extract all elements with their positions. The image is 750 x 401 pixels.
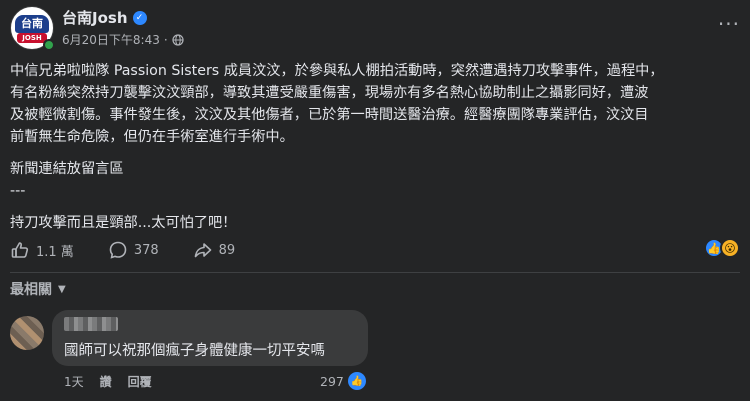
comment-count: 378: [133, 242, 159, 258]
post-text-line: 中信兄弟啦啦隊 Passion Sisters 成員汶汶，於參與私人棚拍活動時，…: [10, 63, 664, 79]
more-options-icon[interactable]: ···: [718, 12, 740, 36]
chevron-down-icon: ▼: [58, 283, 66, 295]
like-button[interactable]: 1.1 萬: [10, 240, 74, 260]
like-reaction-icon: 👍: [347, 372, 366, 390]
avatar-logo-subtext: JOSH: [17, 33, 47, 43]
comment-like-count: 297: [320, 373, 344, 389]
comment-icon: [109, 241, 127, 259]
commenter-name-blurred[interactable]: [64, 317, 118, 331]
comment-button[interactable]: 378: [108, 240, 159, 260]
news-link-note: 新聞連結放留言區: [10, 161, 124, 177]
wow-reaction-icon: 😮: [720, 238, 740, 258]
author-comment-line: 持刀攻擊而且是頸部...太可怕了吧！: [10, 215, 237, 231]
verified-icon: ✓: [132, 10, 147, 25]
post-text-line: 有名粉絲突然持刀襲擊汶汶頸部，導致其遭受嚴重傷害，現場亦有多名熱心協助制止之攝影…: [10, 85, 649, 101]
reaction-summary[interactable]: 👍 😮: [704, 238, 740, 258]
post-timestamp[interactable]: 6月20日下午8:43: [62, 31, 160, 48]
post-header: 台南 JOSH 台南Josh ✓ 6月20日下午8:43 · ···: [10, 6, 740, 54]
comment-sort-dropdown[interactable]: 最相關 ▼: [10, 279, 66, 299]
online-status-indicator: [43, 39, 55, 51]
comment-like-button[interactable]: 讚: [100, 373, 112, 390]
separator-text: ---: [10, 183, 26, 199]
post-body: 中信兄弟啦啦隊 Passion Sisters 成員汶汶，於參與私人棚拍活動時，…: [10, 60, 738, 234]
comment-time[interactable]: 1天: [64, 373, 84, 390]
sort-label: 最相關: [10, 282, 52, 298]
comment-actions: 1天 讚 回覆: [64, 373, 152, 390]
meta-separator: ·: [163, 32, 168, 47]
globe-icon: [172, 33, 184, 46]
commenter-avatar[interactable]: [10, 316, 44, 350]
avatar-logo-text: 台南: [15, 15, 49, 33]
post-text-line: 前暫無生命危險，但仍在手術室進行手術中。: [10, 129, 294, 145]
comment-text: 國師可以祝那個瘋子身體健康一切平安嗎: [64, 343, 325, 359]
like-count: 1.1 萬: [36, 244, 74, 260]
comment-like-summary[interactable]: 297 👍: [320, 372, 366, 390]
comment-bubble: 國師可以祝那個瘋子身體健康一切平安嗎: [52, 310, 368, 366]
post-actions-bar: 1.1 萬 378 89 👍 😮: [10, 236, 740, 264]
share-count: 89: [218, 242, 236, 258]
share-icon: [194, 243, 211, 258]
post-text-line: 及被輕微割傷。事件發生後，汶汶及其他傷者，已於第一時間送醫治療。經醫療團隊專業評…: [10, 107, 649, 123]
like-outline-icon: [11, 242, 29, 258]
comment-reply-button[interactable]: 回覆: [128, 373, 152, 390]
author-name[interactable]: 台南Josh: [62, 7, 128, 28]
share-button[interactable]: 89: [193, 240, 236, 260]
section-divider: [10, 272, 740, 273]
